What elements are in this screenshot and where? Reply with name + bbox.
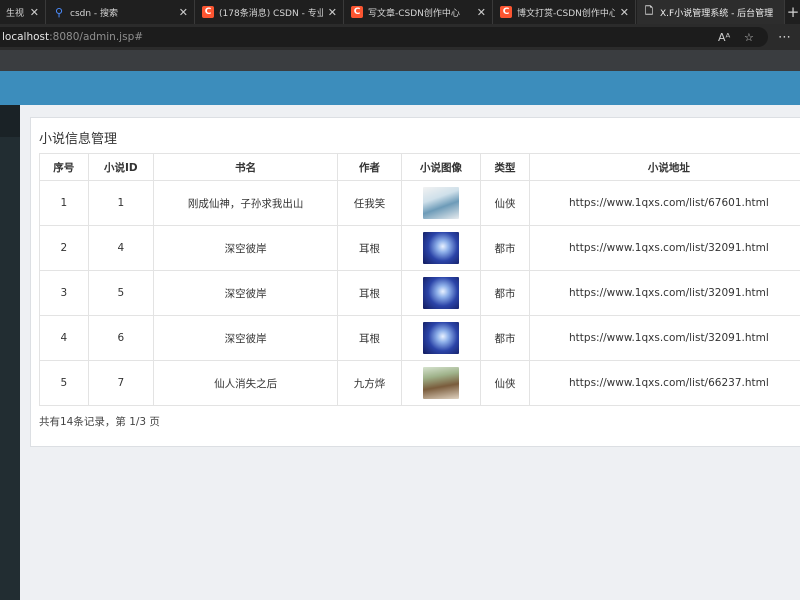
cell-cover <box>400 270 482 316</box>
admin-header-bar <box>0 71 800 105</box>
column-header-book-name: 书名 <box>153 153 339 181</box>
cell-author: 任我笑 <box>337 180 402 226</box>
close-icon[interactable]: ✕ <box>179 6 188 19</box>
tab-title: X.F小说管理系统 - 后台管理 <box>660 8 774 19</box>
cell-author: 耳根 <box>337 270 402 316</box>
tab-title: csdn - 搜索 <box>70 8 119 19</box>
cell-url: https://www.1qxs.com/list/32091.html <box>528 315 800 361</box>
cell-novel-id: 6 <box>87 315 155 361</box>
read-aloud-icon[interactable]: Aᴬ <box>718 27 730 47</box>
search-icon: ⚲ <box>54 5 64 19</box>
csdn-icon: C <box>500 6 512 18</box>
close-icon[interactable]: ✕ <box>620 6 629 19</box>
csdn-icon: C <box>202 6 214 18</box>
cell-book-name: 深空彼岸 <box>153 270 339 316</box>
tab-title: (178条消息) CSDN - 专业开 <box>219 8 323 19</box>
admin-sidebar <box>0 105 20 600</box>
cell-category: 都市 <box>480 315 530 361</box>
novel-table: 序号 小说ID 书名 作者 小说图像 类型 小说地址 1 1 刚成仙神，子孙求我… <box>39 153 800 406</box>
table-row[interactable]: 1 1 刚成仙神，子孙求我出山 任我笑 仙侠 https://www.1qxs.… <box>39 180 800 226</box>
cell-book-name: 刚成仙神，子孙求我出山 <box>153 180 339 226</box>
page-icon: 🗋 <box>644 5 654 17</box>
pagination-summary: 共有14条记录，第 1/3 页 <box>39 416 160 428</box>
sidebar-top-block <box>0 105 20 137</box>
cell-index: 4 <box>39 315 89 361</box>
close-icon[interactable]: ✕ <box>328 6 337 19</box>
new-tab-button[interactable]: + <box>786 0 800 24</box>
table-row[interactable]: 3 5 深空彼岸 耳根 都市 https://www.1qxs.com/list… <box>39 270 800 316</box>
cell-category: 都市 <box>480 225 530 271</box>
column-header-category: 类型 <box>480 153 530 181</box>
novel-cover-image <box>422 367 459 399</box>
browser-tab[interactable]: ⚲ csdn - 搜索 ✕ <box>47 0 195 24</box>
tab-title: 写文章-CSDN创作中心 <box>368 8 460 19</box>
cell-novel-id: 4 <box>87 225 155 271</box>
cell-url: https://www.1qxs.com/list/67601.html <box>528 180 800 226</box>
browser-tab[interactable]: C 博文打赏-CSDN创作中心 ✕ <box>494 0 636 24</box>
url-path: :8080/admin.jsp# <box>49 31 144 43</box>
panel-title: 小说信息管理 <box>39 132 118 147</box>
url-field[interactable]: localhost:8080/admin.jsp# Aᴬ ☆ <box>0 27 768 47</box>
tab-title: 生视 <box>6 8 25 19</box>
url-host: localhost <box>2 31 50 43</box>
address-bar: localhost:8080/admin.jsp# Aᴬ ☆ ⋯ <box>0 24 800 50</box>
close-icon[interactable]: ✕ <box>477 6 486 19</box>
page-top-strip <box>0 50 800 71</box>
browser-tab-active[interactable]: 🗋 X.F小说管理系统 - 后台管理 <box>637 0 785 24</box>
cell-book-name: 深空彼岸 <box>153 315 339 361</box>
column-header-url: 小说地址 <box>528 153 800 181</box>
novel-cover-image <box>422 277 459 309</box>
csdn-icon: C <box>351 6 363 18</box>
browser-tab[interactable]: C 写文章-CSDN创作中心 ✕ <box>345 0 493 24</box>
novel-cover-image <box>422 322 459 354</box>
cell-book-name: 深空彼岸 <box>153 225 339 271</box>
close-icon[interactable]: ✕ <box>30 6 39 19</box>
cell-index: 1 <box>39 180 89 226</box>
table-header-row: 序号 小说ID 书名 作者 小说图像 类型 小说地址 <box>39 153 800 181</box>
cell-index: 2 <box>39 225 89 271</box>
cell-index: 3 <box>39 270 89 316</box>
cell-novel-id: 1 <box>87 180 155 226</box>
table-row[interactable]: 5 7 仙人消失之后 九方烨 仙侠 https://www.1qxs.com/l… <box>39 360 800 406</box>
browser-tab[interactable]: 生视 ✕ <box>0 0 46 24</box>
cell-author: 耳根 <box>337 315 402 361</box>
table-row[interactable]: 4 6 深空彼岸 耳根 都市 https://www.1qxs.com/list… <box>39 315 800 361</box>
novel-info-panel: 小说信息管理 序号 小说ID 书名 作者 小说图像 类型 小说地址 1 1 刚成… <box>30 117 800 447</box>
cell-cover <box>400 360 482 406</box>
cell-author: 耳根 <box>337 225 402 271</box>
column-header-novel-id: 小说ID <box>87 153 155 181</box>
cell-url: https://www.1qxs.com/list/66237.html <box>528 360 800 406</box>
cell-index: 5 <box>39 360 89 406</box>
column-header-author: 作者 <box>337 153 402 181</box>
cell-book-name: 仙人消失之后 <box>153 360 339 406</box>
cell-author: 九方烨 <box>337 360 402 406</box>
table-row[interactable]: 2 4 深空彼岸 耳根 都市 https://www.1qxs.com/list… <box>39 225 800 271</box>
cell-cover <box>400 315 482 361</box>
cell-cover <box>400 225 482 271</box>
browser-tab-strip: 生视 ✕ ⚲ csdn - 搜索 ✕ C (178条消息) CSDN - 专业开… <box>0 0 800 24</box>
settings-more-icon[interactable]: ⋯ <box>778 24 791 50</box>
cell-category: 仙侠 <box>480 360 530 406</box>
cell-url: https://www.1qxs.com/list/32091.html <box>528 225 800 271</box>
cell-novel-id: 7 <box>87 360 155 406</box>
novel-cover-image <box>422 232 459 264</box>
cell-cover <box>400 180 482 226</box>
cell-category: 仙侠 <box>480 180 530 226</box>
favorite-star-icon[interactable]: ☆ <box>744 27 754 47</box>
cell-novel-id: 5 <box>87 270 155 316</box>
cell-url: https://www.1qxs.com/list/32091.html <box>528 270 800 316</box>
column-header-cover: 小说图像 <box>400 153 482 181</box>
column-header-index: 序号 <box>39 153 89 181</box>
tab-title: 博文打赏-CSDN创作中心 <box>517 8 615 19</box>
browser-tab[interactable]: C (178条消息) CSDN - 专业开 ✕ <box>196 0 344 24</box>
novel-cover-image <box>422 187 459 219</box>
cell-category: 都市 <box>480 270 530 316</box>
